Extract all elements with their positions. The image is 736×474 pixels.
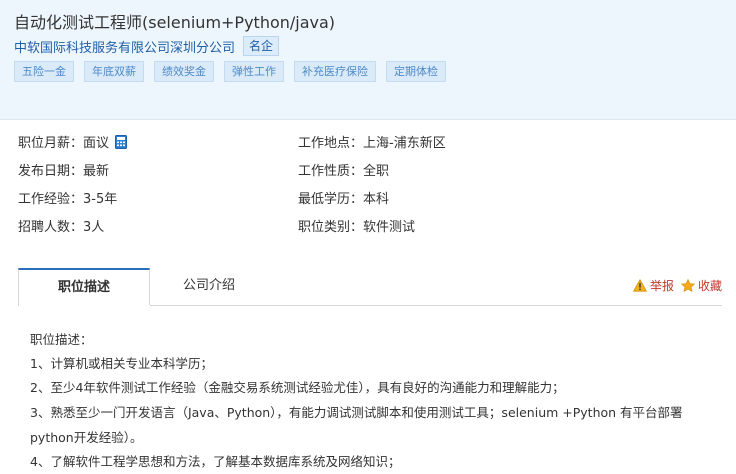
info-value: 3人 [83, 220, 105, 235]
info-label: 发布日期： [18, 164, 84, 179]
benefit-tag: 绩效奖金 [154, 61, 214, 82]
info-label: 工作经验： [18, 192, 84, 207]
info-value: 面议 [83, 136, 110, 151]
desc-line: 1、计算机或相关专业本科学历； [30, 356, 213, 371]
tab-company-intro[interactable]: 公司介绍 [183, 268, 235, 304]
favorite-label: 收藏 [697, 279, 722, 293]
desc-line: 职位描述： [30, 332, 93, 347]
job-header: 自动化测试工程师(selenium+Python/java) 中软国际科技服务有… [0, 0, 736, 120]
famous-company-badge: 名企 [243, 36, 280, 56]
job-title: 自动化测试工程师(selenium+Python/java) [14, 13, 336, 32]
benefit-tag: 定期体检 [386, 61, 446, 82]
calculator-icon[interactable] [115, 134, 128, 149]
info-label: 职位月薪： [18, 136, 84, 151]
info-value: 软件测试 [363, 220, 416, 235]
benefit-tag: 五险一金 [14, 61, 74, 82]
info-label: 工作地点： [298, 136, 364, 151]
info-education: 最低学历： 本科 [298, 186, 446, 214]
job-description: 职位描述： 1、计算机或相关专业本科学历； 2、至少4年软件测试工作经验（金融交… [30, 328, 720, 474]
info-salary: 职位月薪： 面议 [18, 130, 128, 158]
report-link[interactable]: 举报 [632, 277, 674, 294]
benefit-tag: 弹性工作 [224, 61, 284, 82]
benefit-tag: 补充医疗保险 [294, 61, 376, 82]
company-name-link[interactable]: 中软国际科技服务有限公司深圳分公司 [14, 37, 235, 56]
info-label: 最低学历： [298, 192, 364, 207]
desc-line: 3、熟悉至少一门开发语言（Java、Python），有能力调试测试脚本和使用测试… [30, 405, 683, 445]
info-value: 最新 [83, 164, 110, 179]
warning-icon [632, 279, 647, 292]
info-value: 上海-浦东新区 [363, 136, 446, 151]
job-info-right: 工作地点： 上海-浦东新区 工作性质： 全职 最低学历： 本科 职位类别： 软件… [298, 130, 446, 242]
tab-actions: 举报 收藏 [626, 277, 722, 294]
detail-tabs: 职位描述 公司介绍 举报 收藏 [18, 268, 722, 307]
info-headcount: 招聘人数： 3人 [18, 214, 127, 242]
tab-job-description[interactable]: 职位描述 [18, 268, 150, 307]
info-label: 工作性质： [298, 164, 364, 179]
info-value: 全职 [363, 164, 390, 179]
report-label: 举报 [649, 279, 674, 293]
favorite-link[interactable]: 收藏 [680, 277, 722, 294]
info-experience: 工作经验： 3-5年 [18, 186, 127, 214]
job-info-left: 职位月薪： 面议 发布日期： 最新 工作经验： 3-5年 招聘人数： 3人 [18, 130, 128, 242]
info-value: 本科 [363, 192, 390, 207]
info-location: 工作地点： 上海-浦东新区 [298, 130, 446, 158]
desc-line: 4、了解软件工程学思想和方法，了解基本数据库系统及网络知识； [30, 454, 401, 469]
info-publish-date: 发布日期： 最新 [18, 158, 127, 186]
info-label: 职位类别： [298, 220, 364, 235]
benefit-tag: 年底双薪 [84, 61, 144, 82]
benefit-tags: 五险一金 年底双薪 绩效奖金 弹性工作 补充医疗保险 定期体检 [14, 61, 446, 82]
company-row: 中软国际科技服务有限公司深圳分公司 名企 [14, 36, 280, 56]
tab-label: 职位描述 [57, 280, 110, 295]
info-label: 招聘人数： [18, 220, 84, 235]
info-job-nature: 工作性质： 全职 [298, 158, 446, 186]
info-category: 职位类别： 软件测试 [298, 214, 446, 242]
info-value: 3-5年 [83, 192, 118, 207]
desc-line: 2、至少4年软件测试工作经验（金融交易系统测试经验尤佳），具有良好的沟通能力和理… [30, 380, 565, 395]
star-icon [680, 279, 695, 292]
